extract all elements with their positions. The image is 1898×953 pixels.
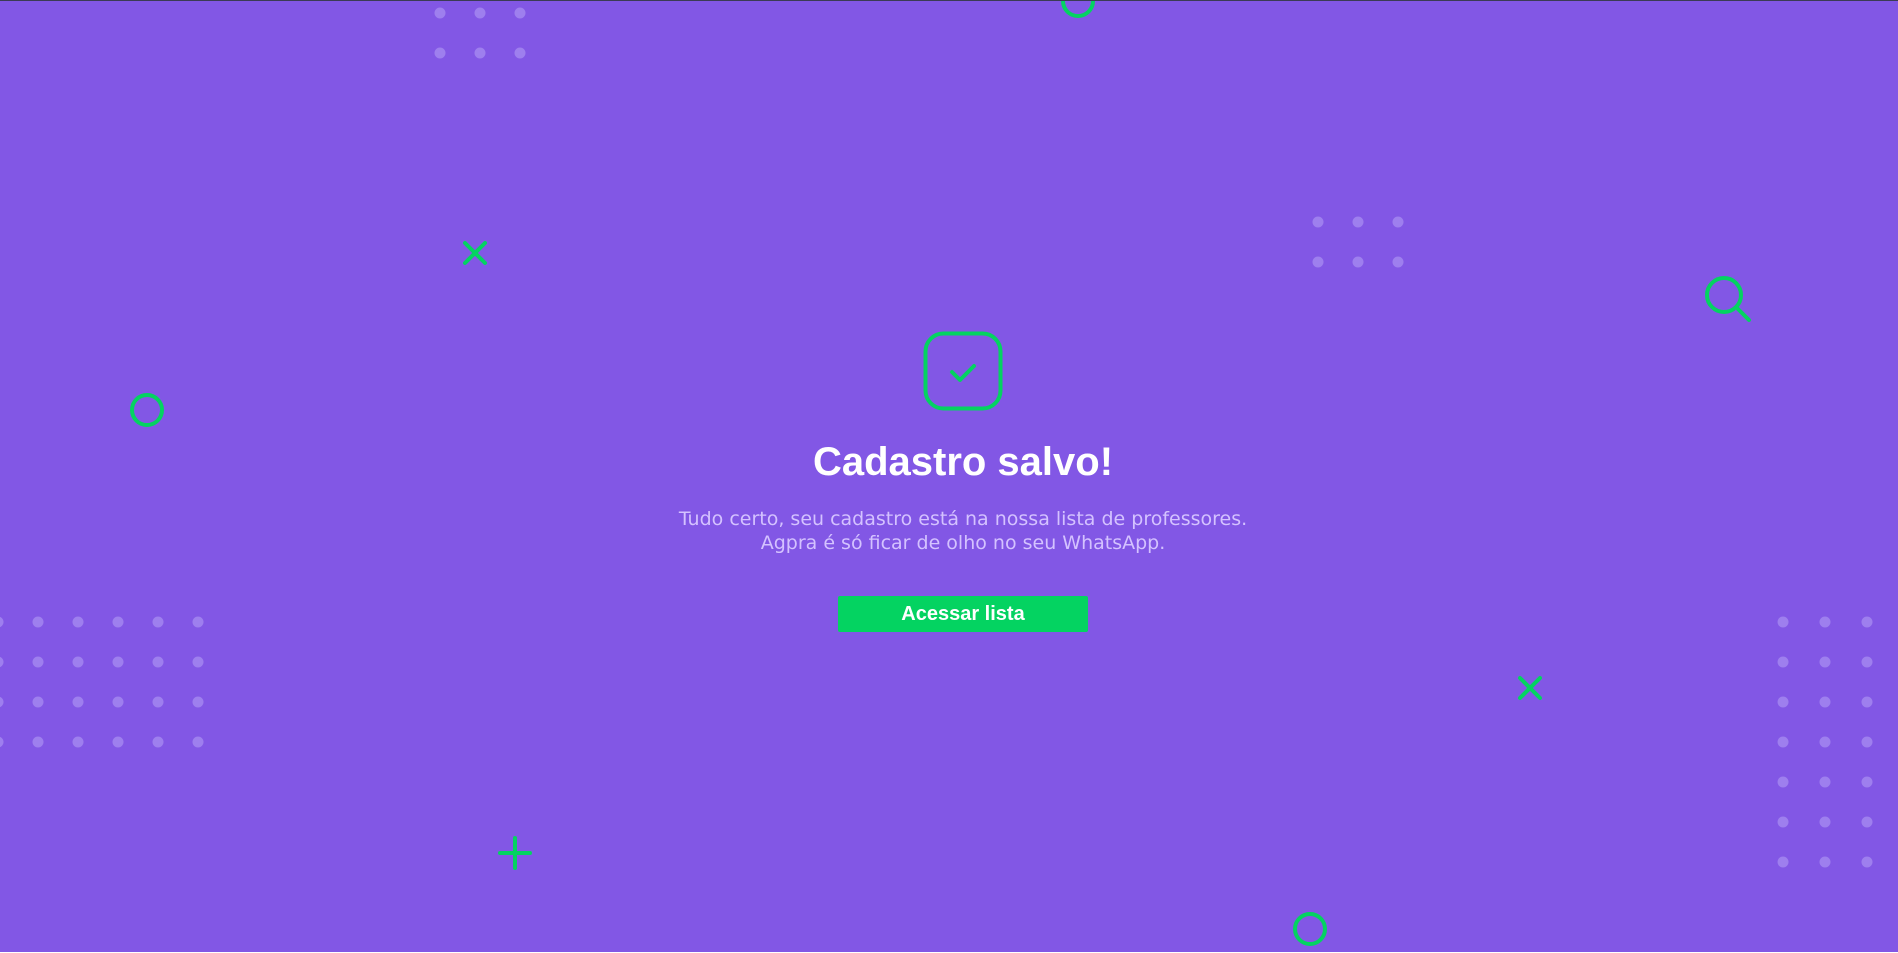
search-icon (1705, 276, 1751, 322)
circle-icon (1061, 1, 1095, 18)
message-line: Tudo certo, seu cadastro está na nossa l… (678, 508, 1248, 530)
circle-icon (1293, 912, 1327, 946)
success-message: Tudo certo, seu cadastro está na nossa l… (0, 507, 1898, 555)
success-content: Cadastro salvo! Tudo certo, seu cadastro… (0, 331, 1898, 632)
plus-icon (498, 836, 532, 870)
x-icon (463, 241, 487, 265)
dot-grid-icon (0, 616, 204, 748)
message-line: Agpra é só ficar de olho no seu WhatsApp… (760, 532, 1166, 554)
dot-grid-icon (1777, 616, 1873, 868)
access-list-button[interactable]: Acessar lista (838, 596, 1088, 632)
success-page: Cadastro salvo! Tudo certo, seu cadastro… (0, 0, 1898, 952)
dot-grid-icon (434, 7, 526, 59)
page-title: Cadastro salvo! (812, 440, 1114, 484)
dot-grid-icon (1312, 216, 1404, 268)
x-icon (1518, 676, 1542, 700)
check-square-icon (0, 331, 1898, 411)
